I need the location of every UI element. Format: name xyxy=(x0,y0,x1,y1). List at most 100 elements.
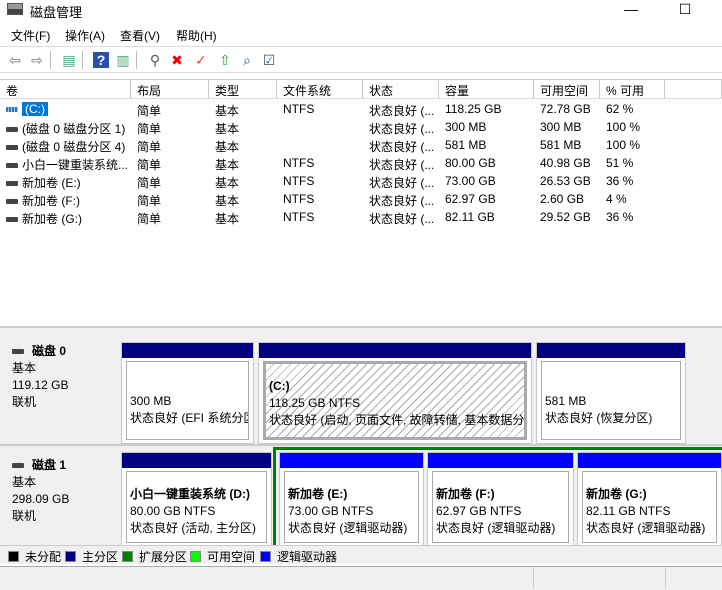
partition[interactable]: 新加卷 (G:)82.11 GB NTFS状态良好 (逻辑驱动器) xyxy=(577,452,722,547)
legend-swatch xyxy=(260,551,271,562)
cell-text: 状态良好 (... xyxy=(369,158,434,172)
legend-swatch xyxy=(122,551,133,562)
partition[interactable]: (C:)118.25 GB NTFS状态良好 (启动, 页面文件, 故障转储, … xyxy=(258,342,532,444)
legend-swatch xyxy=(190,551,201,562)
table-cell: 300 MB xyxy=(445,120,534,134)
volume-name-cell: 新加卷 (F:) xyxy=(6,192,131,209)
volume-name: (C:) xyxy=(22,102,48,116)
cell-text: 状态良好 (... xyxy=(369,122,434,136)
partition-status: 状态良好 (启动, 页面文件, 故障转储, 基本数据分区) xyxy=(269,412,521,429)
column-header[interactable]: 卷 xyxy=(0,80,131,99)
table-cell: 基本 xyxy=(215,138,277,155)
column-header[interactable]: 容量 xyxy=(439,80,534,99)
connect-drive-button[interactable]: ⚲ xyxy=(146,51,164,69)
cell-text: 40.98 GB xyxy=(540,156,591,170)
disk-0-label[interactable]: 磁盘 0基本119.12 GB联机 xyxy=(4,333,117,441)
checklist-icon: ☑ xyxy=(263,52,276,69)
menu-action[interactable]: 操作(A) xyxy=(65,27,105,44)
partition-details: 新加卷 (E:)73.00 GB NTFS状态良好 (逻辑驱动器) xyxy=(284,471,419,543)
legend-item: 扩展分区 xyxy=(122,548,187,565)
logical-partition-bar xyxy=(428,453,573,468)
table-cell: 82.11 GB xyxy=(445,210,534,224)
legend-label: 扩展分区 xyxy=(139,548,187,565)
table-cell: 72.78 GB xyxy=(540,102,600,116)
menu-bar: 文件(F) 操作(A) 查看(V) 帮助(H) xyxy=(0,24,722,45)
cell-text: 118.25 GB xyxy=(445,102,501,116)
partition-title: 新加卷 (F:) xyxy=(436,486,565,503)
minimize-button[interactable]: — xyxy=(608,0,654,22)
checklist-button[interactable]: ☑ xyxy=(260,51,278,69)
cell-text: 581 MB xyxy=(445,138,486,152)
import-button[interactable]: ⇧ xyxy=(216,51,234,69)
cell-text: 100 % xyxy=(606,138,640,152)
legend-swatch xyxy=(65,551,76,562)
table-row[interactable]: (磁盘 0 磁盘分区 1)简单基本状态良好 (...300 MB300 MB10… xyxy=(0,118,722,136)
disk-status: 联机 xyxy=(12,508,109,525)
table-row[interactable]: (磁盘 0 磁盘分区 4)简单基本状态良好 (...581 MB581 MB10… xyxy=(0,136,722,154)
cell-text: NTFS xyxy=(283,174,314,188)
back-button[interactable]: ⇦ xyxy=(6,51,24,69)
table-cell: 基本 xyxy=(215,174,277,191)
partition-title xyxy=(130,376,245,393)
primary-partition-bar xyxy=(537,343,685,358)
maximize-button[interactable]: ☐ xyxy=(662,0,708,22)
partition[interactable]: 新加卷 (E:)73.00 GB NTFS状态良好 (逻辑驱动器) xyxy=(279,452,424,547)
menu-file[interactable]: 文件(F) xyxy=(11,27,50,44)
table-row[interactable]: 新加卷 (F:)简单基本NTFS状态良好 (...62.97 GB2.60 GB… xyxy=(0,190,722,208)
table-cell: 简单 xyxy=(137,192,209,209)
partition-size: 82.11 GB NTFS xyxy=(586,503,713,520)
table-row[interactable]: 小白一键重装系统...简单基本NTFS状态良好 (...80.00 GB40.9… xyxy=(0,154,722,172)
column-header[interactable]: 布局 xyxy=(131,80,209,99)
table-cell: 简单 xyxy=(137,210,209,227)
import-icon: ⇧ xyxy=(219,52,231,69)
partition[interactable]: 581 MB状态良好 (恢复分区) xyxy=(536,342,686,444)
disk-size: 298.09 GB xyxy=(12,491,109,508)
toolbar-separator xyxy=(50,51,51,69)
column-header[interactable]: 状态 xyxy=(363,80,439,99)
disk-name: 磁盘 1 xyxy=(32,458,66,472)
column-header[interactable]: % 可用 xyxy=(600,80,665,99)
table-row[interactable]: 新加卷 (E:)简单基本NTFS状态良好 (...73.00 GB26.53 G… xyxy=(0,172,722,190)
cell-text: 36 % xyxy=(606,174,633,188)
show-hide-console-tree-button[interactable]: ▤ xyxy=(60,51,78,69)
cell-text: 基本 xyxy=(215,140,239,154)
menu-help[interactable]: 帮助(H) xyxy=(176,27,217,44)
table-cell: NTFS xyxy=(283,156,363,170)
legend-item: 未分配 xyxy=(8,548,61,565)
partition-size: 581 MB xyxy=(545,393,677,410)
volume-icon xyxy=(6,217,18,222)
toolbar-separator xyxy=(136,51,137,69)
column-header[interactable]: 类型 xyxy=(209,80,277,99)
cell-text: 简单 xyxy=(137,122,161,136)
cell-text: NTFS xyxy=(283,210,314,224)
table-cell: 基本 xyxy=(215,192,277,209)
column-header[interactable]: 文件系统 xyxy=(277,80,363,99)
table-cell: 状态良好 (... xyxy=(369,102,439,119)
disk-1-label[interactable]: 磁盘 1基本298.09 GB联机 xyxy=(4,447,117,555)
partition[interactable]: 小白一键重装系统 (D:)80.00 GB NTFS状态良好 (活动, 主分区) xyxy=(121,452,272,547)
help-button[interactable]: ? xyxy=(92,51,110,69)
delete-button[interactable]: ✖ xyxy=(168,51,186,69)
volume-name-cell: 新加卷 (E:) xyxy=(6,174,131,191)
forward-button[interactable]: ⇨ xyxy=(28,51,46,69)
table-row[interactable]: 新加卷 (G:)简单基本NTFS状态良好 (...82.11 GB29.52 G… xyxy=(0,208,722,226)
table-row[interactable]: (C:)简单基本NTFS状态良好 (...118.25 GB72.78 GB62… xyxy=(0,100,722,118)
legend-label: 可用空间 xyxy=(207,548,255,565)
cell-text: 62.97 GB xyxy=(445,192,496,206)
partition[interactable]: 300 MB状态良好 (EFI 系统分区) xyxy=(121,342,254,444)
disk-name: 磁盘 0 xyxy=(32,344,66,358)
search-button[interactable]: ⌕ xyxy=(238,51,256,69)
properties-button[interactable]: ✓ xyxy=(192,51,210,69)
volume-icon xyxy=(6,199,18,204)
back-icon: ⇦ xyxy=(9,52,21,69)
forward-icon: ⇨ xyxy=(31,52,43,69)
partition-details: 小白一键重装系统 (D:)80.00 GB NTFS状态良好 (活动, 主分区) xyxy=(126,471,267,543)
show-hide-action-pane-button[interactable]: ▥ xyxy=(114,51,132,69)
menu-view[interactable]: 查看(V) xyxy=(120,27,160,44)
table-cell: 基本 xyxy=(215,120,277,137)
column-header[interactable]: 可用空间 xyxy=(534,80,600,99)
properties-icon: ✓ xyxy=(195,52,207,69)
cell-text: 简单 xyxy=(137,212,161,226)
title-bar: 磁盘管理 — ☐ xyxy=(0,0,722,22)
partition[interactable]: 新加卷 (F:)62.97 GB NTFS状态良好 (逻辑驱动器) xyxy=(427,452,574,547)
